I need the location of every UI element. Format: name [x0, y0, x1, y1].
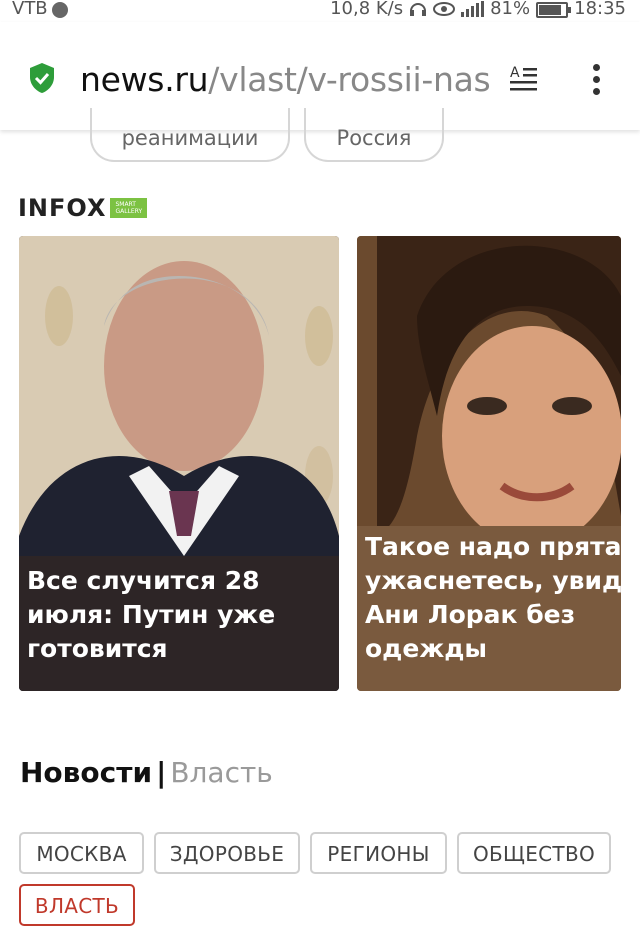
reader-mode-icon[interactable]: A	[508, 64, 544, 94]
shield-check-icon[interactable]	[28, 62, 56, 94]
card-title-1: Все случится 28 июля: Путин уже готовитс…	[27, 566, 276, 663]
card-title-2: Такое надо прятат ужаснетесь, увид Ани Л…	[365, 532, 621, 663]
headphones-icon	[410, 2, 427, 16]
news-title: Новости	[20, 756, 153, 789]
infox-card-1[interactable]: Все случится 28 июля: Путин уже готовитс…	[19, 236, 339, 691]
tag-label: реанимации	[121, 126, 259, 150]
heading-separator: |	[156, 756, 167, 789]
battery-percent: 81%	[490, 0, 531, 19]
notification-icon	[51, 1, 68, 18]
news-section-heading: Новости | Власть	[20, 756, 273, 789]
news-subtitle[interactable]: Власть	[170, 756, 272, 789]
signal-icon	[461, 0, 485, 17]
tag-label: Россия	[336, 126, 412, 150]
tag-russia[interactable]: Россия	[304, 108, 444, 162]
tag-reanimation[interactable]: реанимации	[90, 108, 290, 162]
rubric-health[interactable]: ЗДОРОВЬЕ	[154, 832, 300, 874]
url-path: /vlast/v-rossii-nas	[208, 60, 490, 99]
status-bar: VTB 10,8 K/s 81% 18:35	[0, 0, 640, 22]
rubric-power[interactable]: ВЛАСТЬ	[19, 884, 135, 926]
infox-wordmark: INFOX	[18, 194, 107, 222]
rubric-society[interactable]: ОБЩЕСТВО	[457, 832, 611, 874]
rubric-regions[interactable]: РЕГИОНЫ	[310, 832, 447, 874]
address-bar[interactable]: news.ru/vlast/v-rossii-nas	[80, 60, 490, 100]
rubric-moscow[interactable]: МОСКВА	[19, 832, 144, 874]
infox-card-2[interactable]: Такое надо прятат ужаснетесь, увид Ани Л…	[357, 236, 621, 691]
eye-icon	[433, 1, 456, 16]
svg-text:A: A	[510, 65, 520, 81]
more-vert-icon[interactable]	[590, 64, 602, 96]
battery-icon	[536, 1, 572, 18]
clock: 18:35	[574, 0, 626, 19]
infox-logo[interactable]: INFOX SMART GALLERY	[18, 194, 148, 222]
url-domain: news.ru	[80, 60, 209, 99]
network-speed: 10,8 K/s	[330, 0, 404, 19]
infox-badge: SMART GALLERY	[110, 198, 148, 218]
carrier-label: VTB	[12, 0, 48, 19]
